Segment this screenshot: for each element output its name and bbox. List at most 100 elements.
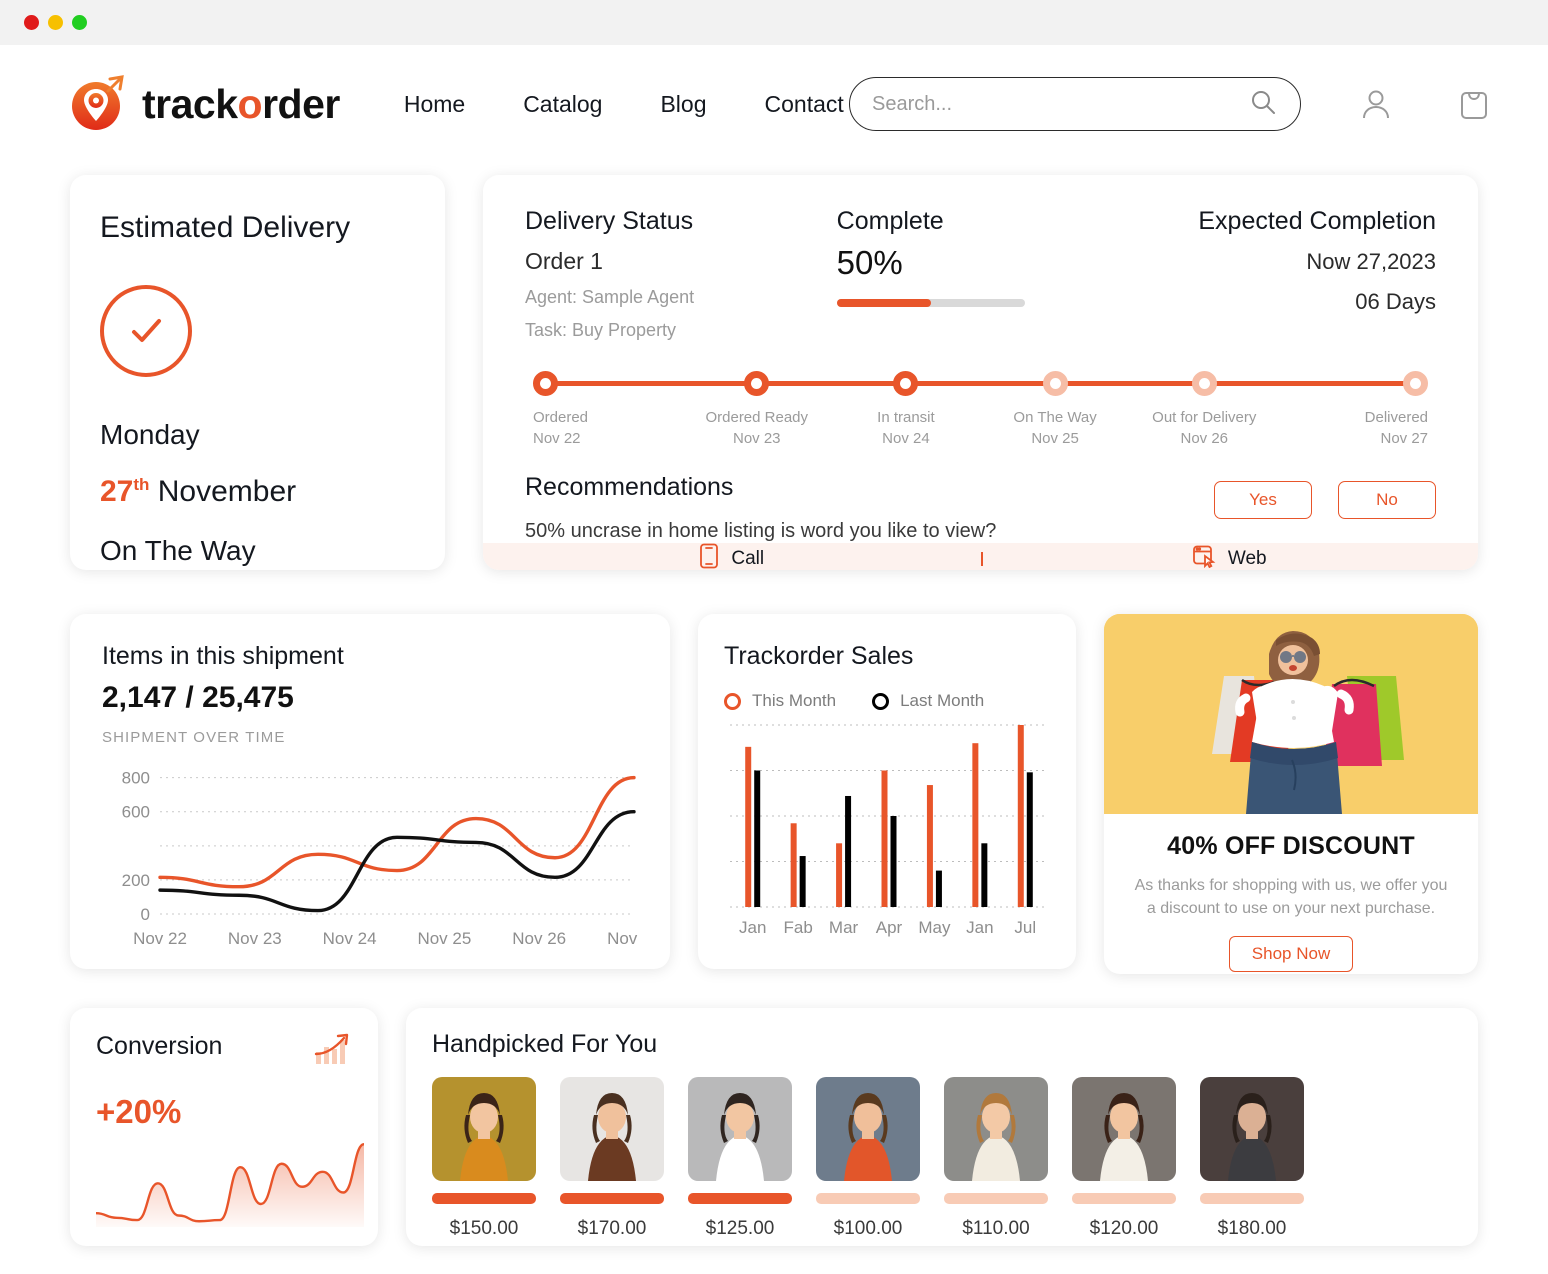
- estimated-delivery-card: Estimated Delivery Monday 27th November …: [70, 175, 445, 570]
- timeline-dot-icon: [1042, 371, 1068, 396]
- dashboard-row-1: Estimated Delivery Monday 27th November …: [0, 175, 1548, 570]
- product-image[interactable]: [944, 1077, 1048, 1181]
- timeline-step[interactable]: Ordered Ready Nov 23: [682, 371, 831, 447]
- logo[interactable]: trackorder: [70, 75, 340, 133]
- timeline-step-label: Ordered: [533, 409, 589, 426]
- svg-text:200: 200: [122, 871, 150, 890]
- shipment-value: 2,147 / 25,475: [102, 681, 294, 714]
- product-image[interactable]: [816, 1077, 920, 1181]
- timeline-dot-icon: [1191, 371, 1217, 396]
- sales-title: Trackorder Sales: [724, 642, 914, 670]
- nav-item-home[interactable]: Home: [404, 91, 465, 118]
- handpicked-products: $150.00 $170.00 $125.00 $100.00 $110.00 $120.…: [432, 1077, 1452, 1240]
- completion-info: Complete 50%: [825, 207, 1137, 341]
- svg-text:Fab: Fab: [783, 918, 812, 937]
- shipment-title: Items in this shipment: [102, 642, 344, 670]
- timeline-dot-icon: [744, 371, 770, 396]
- brand-text-3: rder: [262, 80, 340, 127]
- product-card[interactable]: $120.00: [1072, 1077, 1176, 1240]
- svg-text:Nov 22: Nov 22: [133, 929, 187, 948]
- brand-name: trackorder: [142, 81, 340, 128]
- search-icon[interactable]: [1248, 87, 1278, 122]
- progress-bar: [836, 299, 1025, 307]
- timeline-step[interactable]: Ordered Nov 22: [533, 371, 682, 447]
- nav-item-blog[interactable]: Blog: [660, 91, 706, 118]
- svg-text:Nov 27: Nov 27: [607, 929, 638, 948]
- growth-chart-icon: [314, 1032, 352, 1071]
- product-card[interactable]: $170.00: [560, 1077, 664, 1240]
- product-image[interactable]: [1200, 1077, 1304, 1181]
- recommendations-section: Recommendations 50% uncrase in home list…: [483, 447, 1478, 543]
- window-minimize-button[interactable]: [48, 15, 63, 30]
- main-navigation: Home Catalog Blog Contact: [404, 91, 844, 118]
- product-image[interactable]: [560, 1077, 664, 1181]
- window-titlebar: [0, 0, 1548, 45]
- product-accent-bar: [1072, 1193, 1176, 1204]
- product-accent-bar: [432, 1193, 536, 1204]
- timeline-dot-icon: [533, 371, 558, 396]
- timeline-step[interactable]: In transit Nov 24: [831, 371, 980, 447]
- agent-name: Agent: Sample Agent: [525, 287, 695, 307]
- conversion-value: +20%: [96, 1093, 182, 1130]
- product-price: $120.00: [1089, 1218, 1159, 1239]
- svg-text:Nov 25: Nov 25: [417, 929, 471, 948]
- recommendation-no-button[interactable]: No: [1338, 481, 1436, 519]
- nav-item-catalog[interactable]: Catalog: [523, 91, 602, 118]
- order-id: Order 1: [525, 248, 603, 274]
- timeline-step-label: Delivered: [1364, 409, 1429, 426]
- svg-text:Nov 26: Nov 26: [512, 929, 566, 948]
- product-card[interactable]: $150.00: [432, 1077, 536, 1240]
- shipment-subtitle: SHIPMENT OVER TIME: [102, 729, 286, 746]
- timeline-dot-icon: [893, 371, 919, 396]
- product-card[interactable]: $110.00: [944, 1077, 1048, 1240]
- delivery-timeline: Ordered Nov 22 Ordered Ready Nov 23 In trans…: [533, 371, 1429, 447]
- shipment-line-chart: 0 200 600 800 Nov 22 Nov 23 Nov 24 Nov 25 Nov 26…: [102, 754, 661, 959]
- svg-text:May: May: [918, 918, 951, 937]
- product-card[interactable]: $100.00: [816, 1077, 920, 1240]
- promo-image: [1104, 614, 1478, 814]
- browser-cursor-icon: [1192, 544, 1216, 570]
- delivery-status-info: Delivery Status Order 1 Agent: Sample Ag…: [525, 207, 825, 341]
- expected-completion-info: Expected Completion Now 27,2023 06 Days: [1136, 207, 1436, 341]
- timeline-step-date: Nov 22: [533, 430, 581, 447]
- contact-web-button[interactable]: Web: [980, 543, 1479, 570]
- recommendations-title: Recommendations: [525, 473, 734, 501]
- svg-text:Jan: Jan: [966, 918, 993, 937]
- recommendation-yes-button[interactable]: Yes: [1214, 481, 1312, 519]
- contact-call-button[interactable]: Call: [483, 543, 981, 570]
- search-input[interactable]: [872, 92, 1248, 116]
- svg-text:Nov 23: Nov 23: [228, 929, 282, 948]
- product-image[interactable]: [688, 1077, 792, 1181]
- complete-heading: Complete: [836, 207, 944, 235]
- window-close-button[interactable]: [24, 15, 39, 30]
- timeline-step-date: Nov 27: [1380, 430, 1429, 447]
- complete-percentage: 50%: [836, 244, 903, 281]
- conversion-sparkline: [94, 1131, 378, 1232]
- product-card[interactable]: $180.00: [1200, 1077, 1304, 1240]
- timeline-dot-icon: [1403, 371, 1429, 396]
- timeline-step-label: On The Way: [1013, 409, 1097, 426]
- conversion-title: Conversion: [96, 1032, 223, 1060]
- search-box[interactable]: [849, 77, 1301, 131]
- legend-this-month[interactable]: This Month: [724, 691, 836, 711]
- timeline-step[interactable]: On The Way Nov 25: [981, 371, 1130, 447]
- contact-footer: Call Web: [483, 543, 1478, 570]
- shopping-bag-icon[interactable]: [1455, 85, 1493, 123]
- dashboard-row-3: Conversion +20% Handpicked For You $150.…: [0, 1008, 1548, 1246]
- timeline-step[interactable]: Delivered Nov 27: [1279, 371, 1429, 447]
- delivery-day: Monday: [100, 419, 200, 450]
- recommendations-text: 50% uncrase in home listing is word you …: [525, 520, 997, 542]
- delivery-status-text: On The Way: [100, 535, 256, 566]
- window-maximize-button[interactable]: [72, 15, 87, 30]
- product-image[interactable]: [1072, 1077, 1176, 1181]
- delivery-status-heading: Delivery Status: [525, 207, 694, 235]
- check-circle-icon: [100, 285, 192, 377]
- nav-item-contact[interactable]: Contact: [765, 91, 844, 118]
- product-accent-bar: [816, 1193, 920, 1204]
- product-card[interactable]: $125.00: [688, 1077, 792, 1240]
- timeline-step[interactable]: Out for Delivery Nov 26: [1130, 371, 1279, 447]
- user-account-icon[interactable]: [1357, 85, 1395, 123]
- shop-now-button[interactable]: Shop Now: [1229, 936, 1353, 973]
- legend-last-month[interactable]: Last Month: [872, 691, 984, 711]
- product-image[interactable]: [432, 1077, 536, 1181]
